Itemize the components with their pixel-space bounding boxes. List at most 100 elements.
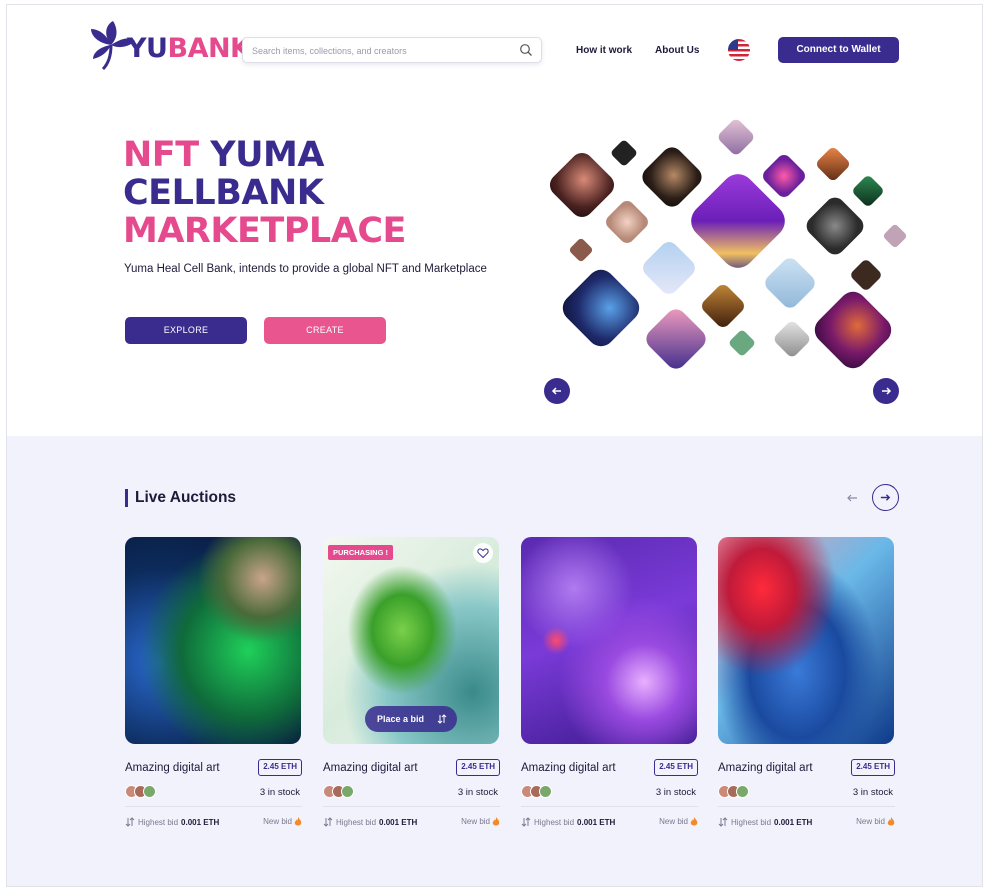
- auction-card-price: 2.45 ETH: [851, 759, 895, 776]
- avatar: [143, 785, 156, 798]
- search-input[interactable]: [252, 43, 512, 58]
- nft-thumb[interactable]: [761, 254, 819, 312]
- bid-arrows-icon: [323, 817, 333, 827]
- arrow-right-icon: [880, 494, 891, 501]
- logo-wordmark: YUBANK: [127, 33, 251, 64]
- fire-icon: [887, 817, 895, 826]
- new-bid-label: New bid: [263, 817, 292, 826]
- nft-thumb[interactable]: [759, 151, 809, 201]
- auction-card-name: Amazing digital art: [521, 762, 616, 774]
- hero-next-button[interactable]: [873, 378, 899, 404]
- arrow-left-icon: [551, 387, 561, 395]
- live-auctions-title: Live Auctions: [125, 489, 236, 507]
- highest-bid-label: Highest bid: [534, 817, 575, 827]
- new-bid[interactable]: New bid: [856, 817, 895, 826]
- nft-thumb[interactable]: [716, 117, 756, 157]
- auction-card-name: Amazing digital art: [125, 762, 220, 774]
- auction-card-price: 2.45 ETH: [258, 759, 302, 776]
- auction-card-image[interactable]: [718, 537, 894, 744]
- highest-bid-label: Highest bid: [138, 817, 179, 827]
- nft-thumb[interactable]: [557, 264, 645, 352]
- purchasing-badge: PURCHASING !: [328, 545, 394, 560]
- hero-prev-button[interactable]: [544, 378, 570, 404]
- nft-thumb[interactable]: [545, 148, 619, 222]
- nft-thumb[interactable]: [609, 138, 639, 168]
- auction-card-stock: 3 in stock: [852, 787, 893, 798]
- nft-thumb[interactable]: [809, 286, 897, 374]
- card-divider: [125, 806, 302, 807]
- card-divider: [521, 806, 698, 807]
- auction-card-image[interactable]: [125, 537, 301, 744]
- nft-thumb[interactable]: [602, 197, 652, 247]
- header: YUBANK How it work About Us Connect to W…: [7, 5, 982, 95]
- nav-about-us[interactable]: About Us: [655, 45, 699, 56]
- nft-thumb[interactable]: [814, 145, 852, 183]
- highest-bid-label: Highest bid: [336, 817, 377, 827]
- hero-title-cellbank: CELLBANK: [123, 173, 324, 213]
- nft-thumb[interactable]: [638, 143, 706, 211]
- bidder-avatars: [718, 785, 758, 799]
- nft-thumb[interactable]: [639, 238, 699, 298]
- card-divider: [718, 806, 895, 807]
- nft-thumb[interactable]: [727, 328, 757, 358]
- us-flag-icon[interactable]: [728, 39, 750, 61]
- nft-thumb[interactable]: [698, 281, 748, 331]
- auction-card-stock: 3 in stock: [457, 787, 498, 798]
- fire-icon: [690, 817, 698, 826]
- favorite-button[interactable]: [473, 543, 493, 563]
- auction-card-name: Amazing digital art: [323, 762, 418, 774]
- auction-card[interactable]: PURCHASING ! Place a bid Amazing digital…: [323, 537, 500, 827]
- highest-bid-value: 0.001 ETH: [181, 817, 220, 827]
- search-icon[interactable]: [519, 43, 533, 57]
- auction-card-image[interactable]: [521, 537, 697, 744]
- highest-bid-value: 0.001 ETH: [577, 817, 616, 827]
- auction-card-stock: 3 in stock: [259, 787, 300, 798]
- bidder-avatars: [125, 785, 165, 799]
- nft-thumb[interactable]: [772, 319, 812, 359]
- auctions-prev-arrow-icon[interactable]: [845, 491, 859, 505]
- hero-title: NFT YUMA CELLBANK MARKETPLACE: [123, 136, 406, 250]
- hero-title-marketplace: MARKETPLACE: [123, 211, 406, 251]
- bidder-avatars: [521, 785, 561, 799]
- nft-thumb[interactable]: [849, 258, 883, 292]
- live-auctions-section: Live Auctions Amazing digital art 2.45 E…: [7, 436, 982, 886]
- heart-icon: [477, 548, 489, 559]
- avatar: [539, 785, 552, 798]
- new-bid-label: New bid: [659, 817, 688, 826]
- nft-thumb[interactable]: [851, 174, 885, 208]
- arrow-right-icon: [882, 387, 892, 395]
- highest-bid: Highest bid 0.001 ETH: [718, 817, 812, 827]
- highest-bid: Highest bid 0.001 ETH: [125, 817, 219, 827]
- hero-title-yuma: YUMA: [210, 135, 324, 175]
- auction-card-stock: 3 in stock: [655, 787, 696, 798]
- nav-how-it-works[interactable]: How it work: [576, 45, 632, 56]
- auction-card-price: 2.45 ETH: [654, 759, 698, 776]
- auction-card[interactable]: Amazing digital art 2.45 ETH 3 in stock …: [718, 537, 895, 827]
- highest-bid: Highest bid 0.001 ETH: [521, 817, 615, 827]
- live-auctions-label: Live Auctions: [135, 489, 237, 506]
- auctions-next-button[interactable]: [872, 484, 899, 511]
- auction-card[interactable]: Amazing digital art 2.45 ETH 3 in stock …: [521, 537, 698, 827]
- nft-thumb[interactable]: [642, 305, 710, 373]
- nft-thumb[interactable]: [802, 193, 868, 259]
- bidder-avatars: [323, 785, 363, 799]
- yubank-logo[interactable]: YUBANK: [89, 19, 251, 75]
- connect-wallet-button[interactable]: Connect to Wallet: [778, 37, 899, 63]
- new-bid[interactable]: New bid: [461, 817, 500, 826]
- nft-thumb[interactable]: [882, 223, 908, 249]
- avatar: [736, 785, 749, 798]
- page-frame: YUBANK How it work About Us Connect to W…: [6, 4, 983, 887]
- new-bid[interactable]: New bid: [263, 817, 302, 826]
- bid-arrows-icon: [437, 714, 447, 724]
- bid-arrows-icon: [521, 817, 531, 827]
- nft-thumb[interactable]: [568, 237, 594, 263]
- place-bid-label: Place a bid: [377, 714, 425, 724]
- explore-button[interactable]: EXPLORE: [125, 317, 247, 344]
- avatar: [341, 785, 354, 798]
- auction-card[interactable]: Amazing digital art 2.45 ETH 3 in stock …: [125, 537, 302, 827]
- auction-card-image[interactable]: PURCHASING ! Place a bid: [323, 537, 499, 744]
- new-bid[interactable]: New bid: [659, 817, 698, 826]
- highest-bid-value: 0.001 ETH: [774, 817, 813, 827]
- create-button[interactable]: CREATE: [264, 317, 386, 344]
- place-bid-button[interactable]: Place a bid: [365, 706, 457, 732]
